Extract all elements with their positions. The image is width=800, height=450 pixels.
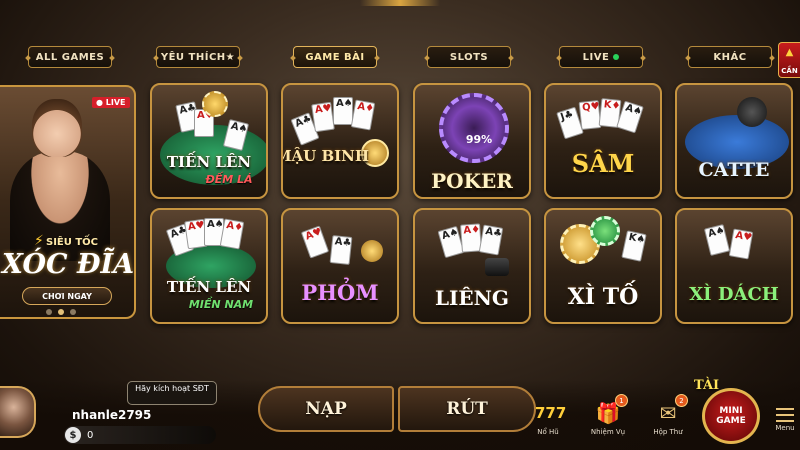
game-card-tien-len-dem-la[interactable]: A♣ A♥ A♠ TIẾN LÊN ĐẾM LÁ bbox=[150, 83, 268, 199]
poker-chip-icon bbox=[439, 93, 509, 163]
carousel-dots bbox=[46, 309, 76, 315]
top-light-decoration bbox=[360, 0, 440, 6]
game-card-catte[interactable]: CATTE bbox=[675, 83, 793, 199]
game-card-lieng[interactable]: A♠ A♦ A♣ LIÊNG bbox=[413, 208, 531, 324]
game-card-xi-to[interactable]: K♠ XÌ TỐ bbox=[544, 208, 662, 324]
play-now-button[interactable]: CHƠI NGAY bbox=[22, 287, 112, 305]
mailbox-badge: 2 bbox=[675, 394, 688, 407]
live-status-dot-icon bbox=[613, 54, 620, 60]
poker-badge: 99% bbox=[465, 133, 493, 146]
game-card-sam[interactable]: J♣ Q♥ K♦ A♠ SÂM bbox=[544, 83, 662, 199]
activate-phone-button[interactable]: Hãy kích hoạt SĐT bbox=[127, 381, 217, 405]
tab-favorites[interactable]: YÊU THÍCH★ bbox=[156, 46, 240, 68]
playing-card-icon: A♥ bbox=[300, 225, 330, 259]
carousel-dot[interactable] bbox=[70, 309, 76, 315]
category-tabs: ALL GAMES YÊU THÍCH★ GAME BÀI SLOTS LIVE… bbox=[0, 46, 800, 70]
missions-badge: 1 bbox=[615, 394, 628, 407]
playing-card-icon: A♦ bbox=[350, 99, 376, 131]
playing-card-icon: A♣ bbox=[329, 235, 353, 265]
chip-icon bbox=[202, 91, 228, 117]
chip-stack-icon bbox=[485, 258, 509, 276]
playing-card-icon: A♣ bbox=[478, 224, 504, 256]
tab-other[interactable]: KHÁC bbox=[688, 46, 772, 68]
playing-card-icon: A♥ bbox=[728, 228, 754, 260]
playing-card-icon: A♦ bbox=[219, 218, 245, 250]
carousel-dot-active[interactable] bbox=[58, 309, 64, 315]
tab-all-games[interactable]: ALL GAMES bbox=[28, 46, 112, 68]
hamburger-icon bbox=[776, 408, 794, 422]
featured-game-title: XÓC ĐĨA bbox=[1, 249, 135, 280]
playing-card-icon: A♥ bbox=[311, 101, 335, 133]
tab-slots[interactable]: SLOTS bbox=[427, 46, 511, 68]
speed-label: SIÊU TỐC bbox=[46, 237, 99, 248]
live-badge: ● LIVE bbox=[92, 97, 130, 108]
username: nhanle2795 bbox=[72, 408, 152, 422]
side-event-tab[interactable]: CẦN bbox=[778, 42, 800, 78]
bomb-icon bbox=[737, 97, 767, 127]
mini-game-button[interactable]: MINI GAME bbox=[702, 388, 760, 444]
game-card-poker[interactable]: 99% POKER bbox=[413, 83, 531, 199]
playing-card-icon: K♠ bbox=[621, 230, 647, 262]
featured-game-xoc-dia[interactable]: ● LIVE ⚡ SIÊU TỐC XÓC ĐĨA CHƠI NGAY bbox=[0, 85, 136, 319]
playing-card-icon: A♠ bbox=[333, 97, 353, 125]
deposit-button[interactable]: NẠP bbox=[258, 386, 394, 432]
nav-missions[interactable]: 🎁 1 Nhiệm Vụ bbox=[588, 394, 628, 436]
nav-mailbox[interactable]: ✉ 2 Hộp Thư bbox=[648, 394, 688, 436]
lightning-icon: ⚡ bbox=[34, 233, 44, 249]
tai-label: TÀI bbox=[694, 378, 720, 393]
balance-display: $ 0 bbox=[64, 426, 216, 444]
game-card-mau-binh[interactable]: A♣ A♥ A♠ A♦ MẬU BINH bbox=[281, 83, 399, 199]
playing-card-icon: A♠ bbox=[703, 223, 731, 257]
carousel-dot[interactable] bbox=[46, 309, 52, 315]
game-card-phom[interactable]: A♥ A♣ PHỎM bbox=[281, 208, 399, 324]
nav-jackpot[interactable]: 777 Nổ Hũ bbox=[528, 400, 568, 436]
balance-value: 0 bbox=[87, 429, 94, 441]
game-card-tien-len-mien-nam[interactable]: A♣ A♥ A♠ A♦ TIẾN LÊN MIỀN NAM bbox=[150, 208, 268, 324]
tab-live[interactable]: LIVE bbox=[559, 46, 643, 68]
slot-777-icon: 777 bbox=[535, 404, 567, 422]
menu-button[interactable]: Menu bbox=[770, 408, 800, 432]
currency-icon: $ bbox=[65, 427, 81, 443]
playing-card-icon: Q♥ bbox=[578, 100, 602, 130]
game-card-xi-dach[interactable]: A♠ A♥ XÌ DÁCH bbox=[675, 208, 793, 324]
tab-card-games[interactable]: GAME BÀI bbox=[293, 46, 377, 68]
avatar[interactable] bbox=[0, 386, 36, 438]
coin-icon bbox=[361, 240, 383, 262]
dealer-portrait-image bbox=[32, 99, 82, 157]
chip-stack-icon bbox=[590, 216, 620, 246]
withdraw-button[interactable]: RÚT bbox=[398, 386, 536, 432]
